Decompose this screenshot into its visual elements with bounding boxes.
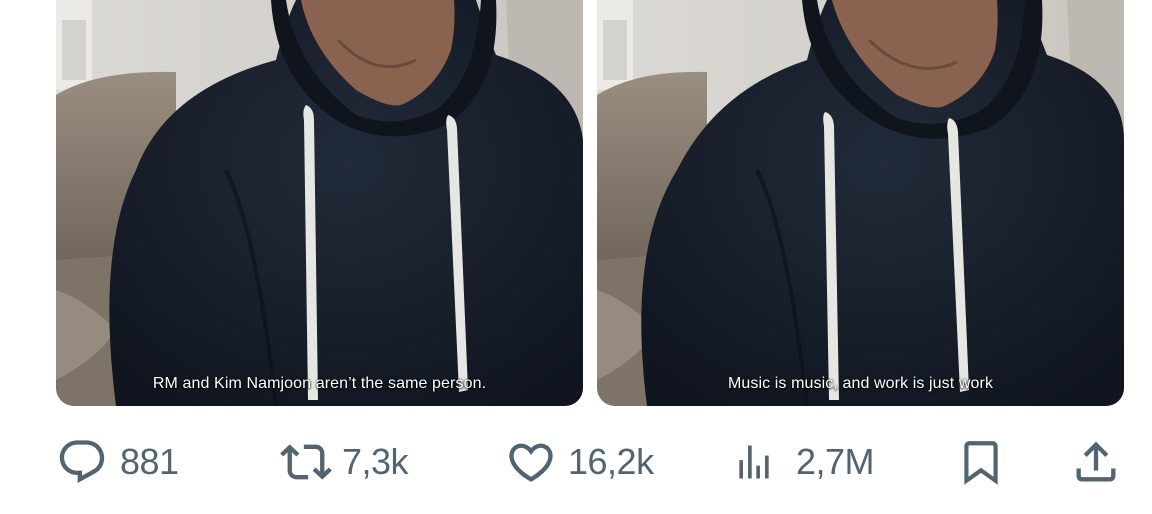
bookmark-button[interactable] xyxy=(956,434,1006,490)
video-thumbnail-2[interactable]: Music is music, and work is just work xyxy=(597,0,1124,406)
bookmark-icon xyxy=(956,436,1006,488)
like-button[interactable]: 16,2k xyxy=(504,434,654,490)
video-thumbnail-1[interactable]: RM and Kim Namjoon aren’t the same perso… xyxy=(56,0,583,406)
video-frame-image xyxy=(56,0,583,406)
views-count: 2,7M xyxy=(796,441,875,482)
share-button[interactable] xyxy=(1070,434,1122,490)
heart-icon xyxy=(504,436,558,488)
tweet-card: RM and Kim Namjoon aren’t the same perso… xyxy=(0,0,1152,514)
share-icon xyxy=(1070,436,1122,488)
repost-icon xyxy=(278,436,334,488)
video-caption: Music is music, and work is just work xyxy=(727,375,994,392)
reply-icon xyxy=(56,436,108,488)
repost-button[interactable]: 7,3k xyxy=(278,434,409,490)
reply-button[interactable]: 881 xyxy=(56,434,179,490)
repost-count: 7,3k xyxy=(342,441,409,482)
views-button[interactable]: 2,7M xyxy=(732,434,875,490)
like-count: 16,2k xyxy=(568,441,654,482)
video-frame-image xyxy=(597,0,1124,406)
media-grid: RM and Kim Namjoon aren’t the same perso… xyxy=(56,0,1124,406)
tweet-action-bar: 881 7,3k 16,2k 2,7M xyxy=(56,434,1124,490)
reply-count: 881 xyxy=(120,441,179,482)
video-caption: RM and Kim Namjoon aren’t the same perso… xyxy=(152,375,487,392)
analytics-icon xyxy=(732,436,776,488)
